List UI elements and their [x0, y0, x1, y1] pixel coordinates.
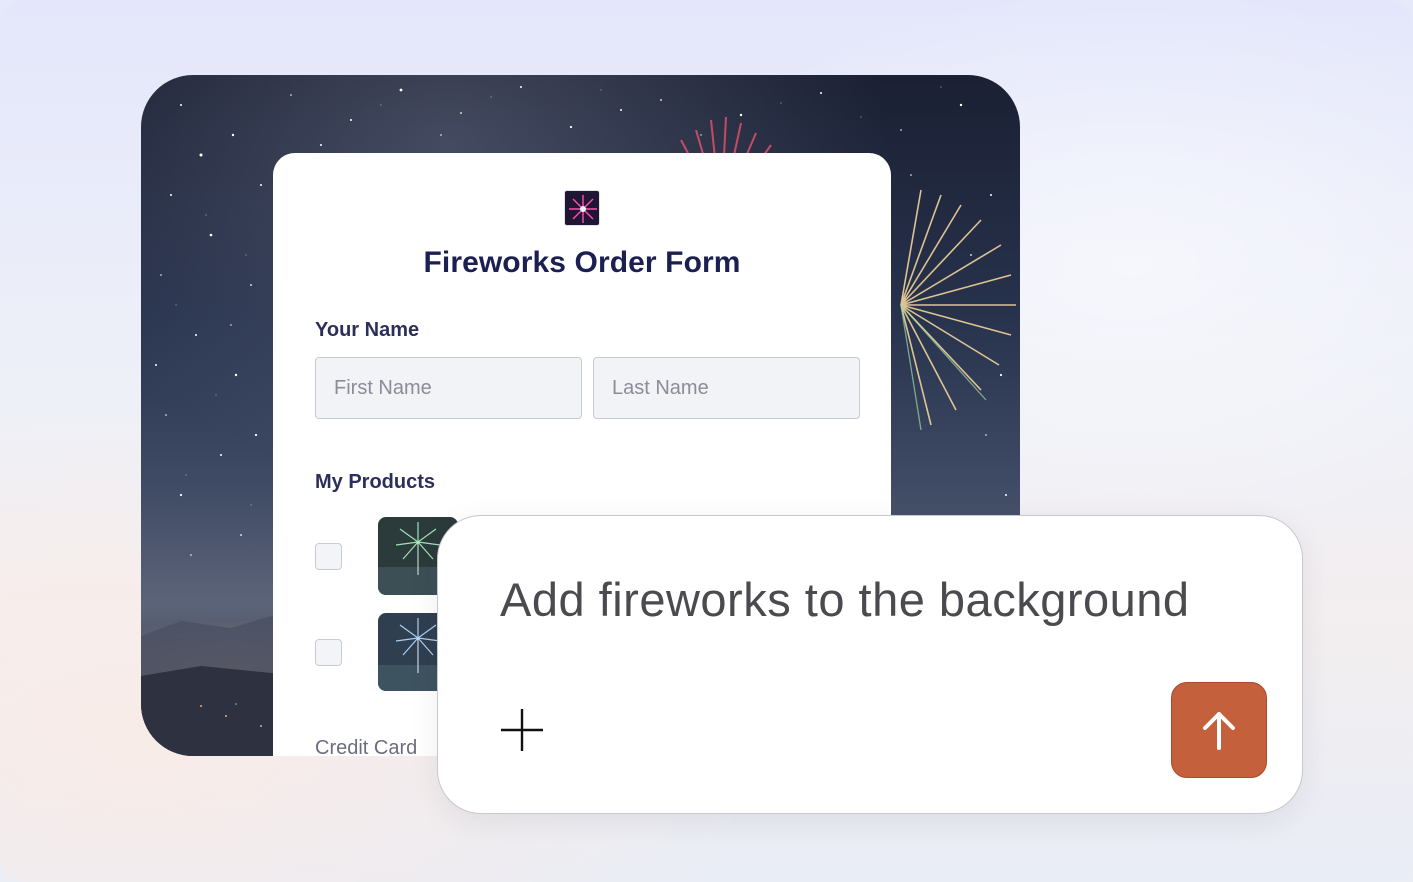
- products-label: My Products: [315, 471, 436, 493]
- prompt-input-box[interactable]: Add fireworks to the background: [437, 515, 1303, 814]
- name-label: Your Name: [315, 319, 420, 341]
- last-name-input[interactable]: [593, 357, 860, 419]
- prompt-text[interactable]: Add fireworks to the background: [500, 572, 1190, 627]
- credit-card-label: Credit Card: [315, 737, 418, 756]
- plus-icon[interactable]: [498, 706, 546, 754]
- send-button[interactable]: [1171, 682, 1267, 778]
- first-name-input[interactable]: [315, 357, 582, 419]
- firework-icon: [564, 190, 600, 226]
- product-checkbox[interactable]: [315, 543, 342, 570]
- product-checkbox[interactable]: [315, 639, 342, 666]
- form-title: Fireworks Order Form: [423, 246, 741, 279]
- arrow-up-icon: [1203, 712, 1235, 750]
